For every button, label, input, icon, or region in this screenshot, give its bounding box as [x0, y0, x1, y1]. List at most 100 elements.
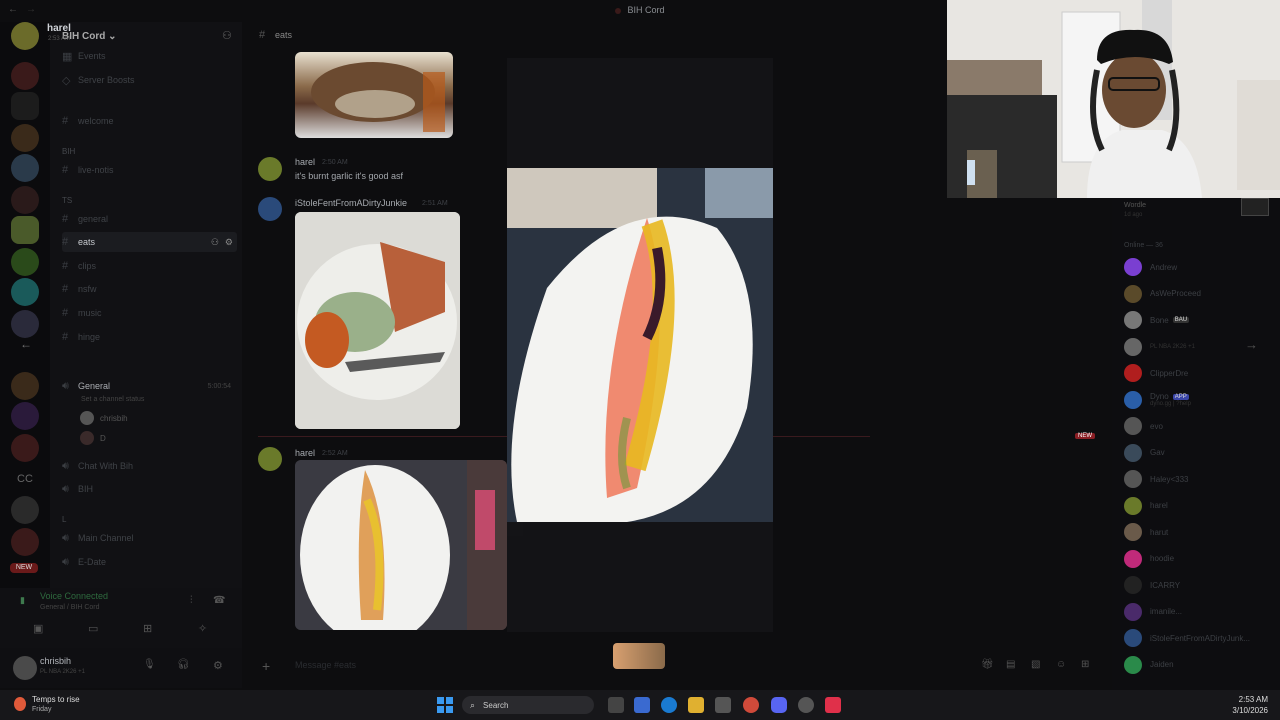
channel-hinge[interactable]: # hinge [62, 327, 237, 347]
wordle-name[interactable]: Wordle [1124, 202, 1146, 209]
microphone-icon[interactable]: 🎙︎ [143, 659, 156, 670]
server-icon[interactable] [11, 186, 39, 214]
channel-welcome[interactable]: # welcome [62, 111, 237, 131]
clock-date[interactable]: 3/10/2026 [1220, 706, 1268, 715]
discord-icon[interactable] [771, 697, 787, 713]
add-user-icon[interactable]: ⚇ [222, 29, 232, 42]
member-item[interactable]: Dyno APP dyno.gg | ?help [1124, 390, 1191, 409]
activities-icon[interactable]: ⊞ [143, 622, 152, 635]
avatar[interactable] [258, 157, 282, 181]
message-image[interactable] [295, 212, 460, 429]
voice-user-chrisbih[interactable]: chrisbih [100, 414, 128, 423]
store-icon[interactable] [715, 697, 731, 713]
member-item[interactable]: Gav [1124, 443, 1165, 462]
channel-clips[interactable]: # clips [62, 256, 237, 276]
server-icon[interactable] [11, 402, 39, 430]
category-bih[interactable]: BIH [62, 147, 75, 156]
channel-general[interactable]: # general [62, 209, 237, 229]
soundboard-icon[interactable]: ✧ [198, 622, 207, 635]
member-item[interactable]: Haley<333 [1124, 470, 1188, 488]
server-icon[interactable] [11, 248, 39, 276]
channel-music[interactable]: # music [62, 303, 237, 323]
member-item[interactable]: Bone BAU [1124, 311, 1190, 329]
avatar[interactable] [13, 656, 37, 680]
gear-icon[interactable]: ⚙ [213, 659, 223, 672]
taskbar-search[interactable]: ⌕ Search [462, 696, 594, 714]
disconnect-icon[interactable]: ☎ [213, 595, 225, 606]
task-view-icon[interactable] [608, 697, 624, 713]
music-icon[interactable] [825, 697, 841, 713]
member-item[interactable]: AsWeProceed [1124, 284, 1201, 303]
sticker-icon[interactable]: ▧ [1031, 659, 1040, 670]
image-viewer-photo[interactable] [507, 168, 773, 522]
voice-channel-bih[interactable]: 🔊︎ BIH [62, 479, 237, 499]
channel-live-notis[interactable]: # live-notis [62, 160, 237, 180]
voice-location[interactable]: General / BIH Cord [40, 604, 100, 611]
avatar[interactable] [258, 447, 282, 471]
app-icon[interactable] [798, 697, 814, 713]
member-item[interactable]: harut [1124, 523, 1168, 541]
collapse-arrow-icon[interactable]: ← [20, 337, 32, 351]
message-author[interactable]: harel [295, 157, 315, 167]
message-image[interactable] [295, 52, 453, 138]
channel-events[interactable]: ▦ Events [62, 46, 237, 66]
category-l[interactable]: L [62, 515, 66, 524]
member-item[interactable]: imanile... [1124, 602, 1182, 621]
member-item[interactable]: Jaiden [1124, 655, 1174, 674]
server-icon[interactable] [11, 310, 39, 338]
gear-icon[interactable]: ⚙ [225, 237, 233, 248]
camera-off-icon[interactable]: ▣ [33, 622, 43, 635]
voice-channel-edate[interactable]: 🔊︎ E-Date [62, 552, 237, 572]
user-name[interactable]: chrisbih [40, 656, 71, 666]
file-explorer-icon[interactable] [688, 697, 704, 713]
image-thumbnail-strip[interactable] [613, 643, 665, 669]
gift-icon[interactable]: 🎁︎ [981, 659, 994, 670]
channel-server-boosts[interactable]: ◇ Server Boosts [62, 70, 237, 90]
voice-channel-general[interactable]: 🔊︎ General 5:00:54 [62, 376, 237, 396]
headphones-icon[interactable]: 🎧︎ [177, 659, 190, 670]
chrome-icon[interactable] [743, 697, 759, 713]
member-item[interactable]: iStoleFentFromADirtyJunk... [1124, 629, 1250, 647]
edge-icon[interactable] [661, 697, 677, 713]
server-label-cc[interactable]: CC [17, 473, 33, 485]
voice-user-d[interactable]: D [100, 434, 106, 443]
member-item[interactable]: hoodie [1124, 549, 1174, 568]
voice-channel-chat-with-bih[interactable]: 🔊︎ Chat With Bih [62, 456, 237, 476]
message-author[interactable]: harel [295, 448, 315, 458]
copilot-icon[interactable] [634, 697, 650, 713]
server-icon[interactable] [11, 62, 39, 90]
member-item[interactable]: Andrew [1124, 258, 1177, 276]
server-icon[interactable] [11, 124, 39, 152]
clock-time[interactable]: 2:53 AM [1220, 695, 1268, 704]
server-icon[interactable] [11, 372, 39, 400]
member-item[interactable]: ClipperDre [1124, 364, 1188, 382]
server-icon[interactable] [11, 278, 39, 306]
server-icon[interactable] [11, 154, 39, 182]
channel-nsfw[interactable]: # nsfw [62, 279, 237, 299]
screen-share-icon[interactable]: ▭ [88, 622, 98, 635]
member-item[interactable]: harel [1124, 496, 1168, 515]
server-icon[interactable] [11, 216, 39, 244]
member-item[interactable]: evo [1124, 417, 1163, 435]
member-item[interactable]: PL NBA 2K26 +1 [1124, 337, 1195, 356]
attach-plus-icon[interactable]: + [262, 658, 270, 674]
message-image[interactable] [295, 460, 507, 630]
server-name[interactable]: BIH Cord ⌄ [62, 31, 117, 42]
noise-suppression-icon[interactable]: ⫶ [190, 595, 193, 606]
wordle-grid-icon[interactable] [1241, 198, 1269, 216]
server-icon[interactable] [11, 92, 39, 120]
start-button[interactable] [437, 697, 453, 713]
member-item[interactable]: ICARRY [1124, 576, 1180, 594]
category-ts[interactable]: TS [62, 196, 72, 205]
voice-status[interactable]: Voice Connected [40, 591, 108, 601]
server-icon[interactable] [11, 496, 39, 524]
server-icon[interactable] [11, 22, 39, 50]
gif-icon[interactable]: ▤ [1006, 659, 1015, 670]
emoji-icon[interactable]: ☺ [1056, 659, 1066, 670]
server-icon[interactable] [11, 528, 39, 556]
message-author[interactable]: iStoleFentFromADirtyJunkie [295, 198, 407, 208]
message-input[interactable]: Message #eats [295, 660, 356, 670]
avatar[interactable] [258, 197, 282, 221]
channel-status[interactable]: Set a channel status [81, 396, 144, 403]
voice-channel-main[interactable]: 🔊︎ Main Channel [62, 528, 237, 548]
